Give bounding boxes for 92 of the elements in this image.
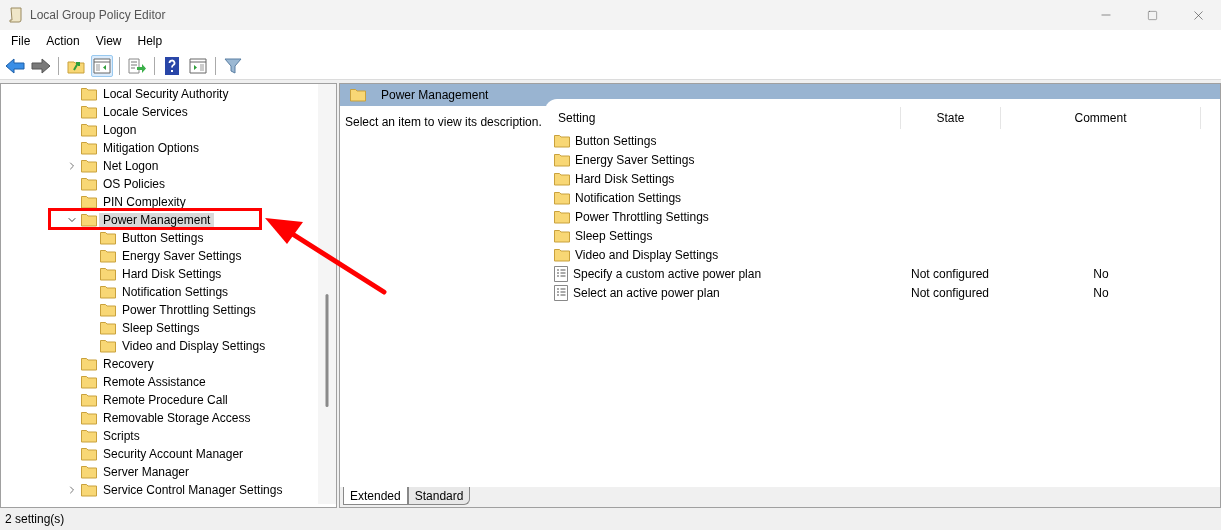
setting-name[interactable]: Sleep Settings <box>575 226 653 245</box>
tree-item[interactable]: Button Settings <box>118 231 208 245</box>
setting-name[interactable]: Specify a custom active power plan <box>573 264 762 283</box>
folder-icon <box>350 88 366 102</box>
policy-document-icon <box>554 265 568 282</box>
view-tab[interactable]: Extended <box>343 487 408 505</box>
menu-item[interactable]: File <box>4 32 38 50</box>
tree-item[interactable]: Sleep Settings <box>118 321 204 335</box>
view-tab[interactable]: Standard <box>407 487 471 505</box>
folder-icon <box>100 321 116 335</box>
tree-item[interactable]: PIN Complexity <box>99 195 190 209</box>
folder-icon <box>100 249 116 263</box>
forward-arrow-icon <box>31 57 51 74</box>
scrollbar-drawing[interactable] <box>318 84 336 504</box>
folder-icon <box>554 190 570 205</box>
tree-item[interactable]: Recovery <box>99 357 158 371</box>
scroll-icon <box>9 7 23 23</box>
tree-item[interactable]: Scripts <box>99 429 144 443</box>
policy-document-icon <box>554 284 568 301</box>
setting-name[interactable]: Hard Disk Settings <box>575 169 675 188</box>
folder-icon <box>81 411 97 425</box>
menu-item[interactable]: View <box>88 32 129 50</box>
folder-icon <box>554 171 570 186</box>
folder-icon <box>81 123 97 137</box>
action-pane-icon <box>189 57 207 74</box>
folder-icon <box>100 231 116 245</box>
tree-item[interactable]: Net Logon <box>99 159 163 173</box>
folder-icon <box>81 87 97 101</box>
folder-icon <box>554 247 570 262</box>
maximize-icon <box>1146 9 1158 21</box>
folder-icon <box>100 267 116 281</box>
state-cell: Not configured <box>911 285 990 300</box>
folder-icon <box>81 375 97 389</box>
status-text: 2 setting(s) <box>5 511 65 528</box>
folder-icon <box>100 339 116 353</box>
setting-name[interactable]: Button Settings <box>575 131 657 150</box>
column-header[interactable]: Comment <box>1001 107 1201 129</box>
tree-item[interactable]: Power Throttling Settings <box>118 303 260 317</box>
folder-icon <box>81 159 97 173</box>
tree-item[interactable]: Logon <box>99 123 141 137</box>
tree-item[interactable]: Locale Services <box>99 105 192 119</box>
tree-item[interactable]: Hard Disk Settings <box>118 267 226 281</box>
tree-item[interactable]: Video and Display Settings <box>118 339 270 353</box>
folder-icon <box>554 209 570 224</box>
column-header[interactable]: Setting <box>553 107 901 129</box>
tree-item[interactable]: Energy Saver Settings <box>118 249 246 263</box>
column-header[interactable]: State <box>901 107 1001 129</box>
folder-icon <box>81 105 97 119</box>
tree-item[interactable]: Service Control Manager Settings <box>99 483 287 497</box>
export-list-icon <box>128 57 146 74</box>
tree-item[interactable]: Notification Settings <box>118 285 233 299</box>
pane-title: Power Management <box>381 87 489 104</box>
tree-item[interactable]: Remote Procedure Call <box>99 393 232 407</box>
window-title: Local Group Policy Editor <box>30 7 166 24</box>
tree-item[interactable]: OS Policies <box>99 177 170 191</box>
folder-icon <box>81 177 97 191</box>
tree-item[interactable]: Local Security Authority <box>99 87 233 101</box>
setting-name[interactable]: Notification Settings <box>575 188 682 207</box>
filter-icon <box>224 56 242 75</box>
comment-cell-text: No <box>1093 284 1109 302</box>
description-text: Select an item to view its description. <box>345 115 542 129</box>
tree-item[interactable]: Power Management <box>99 213 215 227</box>
folder-icon <box>81 483 97 497</box>
tree-item[interactable]: Security Account Manager <box>99 447 248 461</box>
folder-icon <box>81 357 97 371</box>
comment-cell-text: No <box>1093 265 1109 283</box>
tree-item[interactable]: Removable Storage Access <box>99 411 255 425</box>
folder-icon <box>81 429 97 443</box>
menu-item[interactable]: Help <box>130 32 170 50</box>
back-arrow-icon <box>5 57 25 74</box>
folder-icon <box>81 393 97 407</box>
help-icon <box>165 56 179 75</box>
state-cell: Not configured <box>911 266 990 281</box>
setting-name[interactable]: Select an active power plan <box>573 283 720 302</box>
folder-icon <box>81 141 97 155</box>
folder-icon <box>81 195 97 209</box>
folder-icon <box>100 285 116 299</box>
tree-item[interactable]: Mitigation Options <box>99 141 204 155</box>
console-tree-icon <box>93 57 111 74</box>
folder-icon <box>554 133 570 148</box>
folder-icon <box>81 465 97 479</box>
setting-name[interactable]: Video and Display Settings <box>575 245 719 264</box>
tree-item[interactable]: Server Manager <box>99 465 194 479</box>
tree-item[interactable]: Remote Assistance <box>99 375 210 389</box>
setting-name[interactable]: Power Throttling Settings <box>575 207 709 226</box>
menu-item[interactable]: Action <box>39 32 87 50</box>
folder-icon <box>554 228 570 243</box>
folder-icon <box>81 447 97 461</box>
folder-icon <box>81 213 97 227</box>
setting-name[interactable]: Energy Saver Settings <box>575 150 695 169</box>
folder-icon <box>554 152 570 167</box>
folder-icon <box>100 303 116 317</box>
